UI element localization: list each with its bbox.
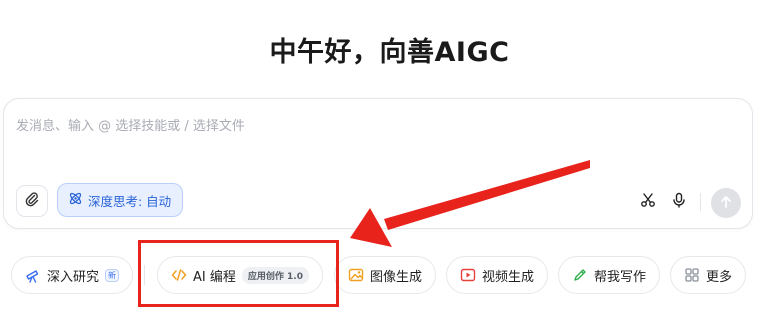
- annotation-arrow: [350, 160, 590, 247]
